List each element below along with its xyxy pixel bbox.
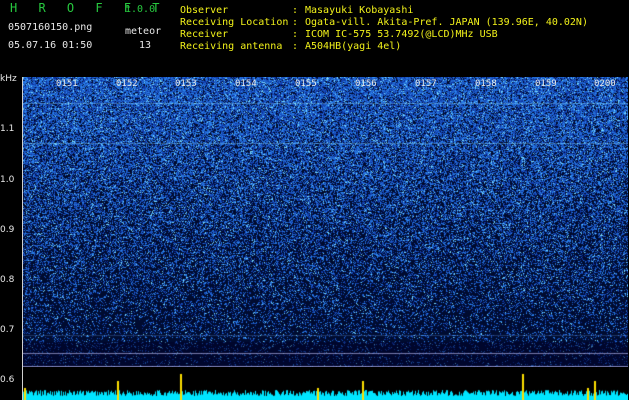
app-version: 1.0.0 bbox=[125, 4, 156, 15]
y-tick-label: 1.1 bbox=[0, 124, 15, 134]
y-tick-label: 0.6 bbox=[0, 375, 15, 385]
meta-key-receiver: Receiver bbox=[180, 29, 229, 40]
meta-key-antenna: Receiving antenna bbox=[180, 41, 283, 52]
x-tick-label: 0155 bbox=[295, 79, 317, 89]
y-axis-unit: kHz bbox=[0, 74, 17, 84]
signal-level-trace bbox=[22, 367, 628, 400]
x-tick-label: 0200 bbox=[594, 79, 616, 89]
meta-colon: : bbox=[292, 17, 299, 28]
x-tick-label: 0159 bbox=[535, 79, 557, 89]
meta-value-observer: Masayuki Kobayashi bbox=[305, 5, 414, 16]
meteor-count: 13 bbox=[139, 40, 152, 51]
x-tick-label: 0151 bbox=[56, 79, 78, 89]
meteor-label: meteor bbox=[125, 26, 162, 37]
x-tick-label: 0156 bbox=[355, 79, 377, 89]
y-tick-label: 1.0 bbox=[0, 175, 15, 185]
y-tick-label: 0.8 bbox=[0, 275, 15, 285]
x-tick-label: 0154 bbox=[235, 79, 257, 89]
meta-key-location: Receiving Location bbox=[180, 17, 289, 28]
y-axis-line bbox=[22, 77, 23, 400]
x-tick-label: 0158 bbox=[475, 79, 497, 89]
file-name: 0507160150.png bbox=[8, 22, 93, 33]
spectrogram-waterfall bbox=[22, 77, 628, 367]
y-tick-label: 0.7 bbox=[0, 325, 15, 335]
y-tick-label: 0.9 bbox=[0, 225, 15, 235]
meta-value-antenna: A504HB(yagi 4el) bbox=[305, 41, 402, 52]
meta-colon: : bbox=[292, 41, 299, 52]
meta-value-location: Ogata-vill. Akita-Pref. JAPAN (139.96E, … bbox=[305, 17, 588, 28]
meta-colon: : bbox=[292, 5, 299, 16]
meta-value-receiver: ICOM IC-575 53.7492(@LCD)MHz USB bbox=[305, 29, 498, 40]
x-tick-label: 0152 bbox=[116, 79, 138, 89]
header-panel: H R O F F T 1.0.0 0507160150.png meteor … bbox=[0, 0, 629, 76]
x-tick-label: 0157 bbox=[415, 79, 437, 89]
x-tick-label: 0153 bbox=[175, 79, 197, 89]
meta-key-observer: Observer bbox=[180, 5, 229, 16]
meta-colon: : bbox=[292, 29, 299, 40]
datetime: 05.07.16 01:50 bbox=[8, 40, 93, 51]
